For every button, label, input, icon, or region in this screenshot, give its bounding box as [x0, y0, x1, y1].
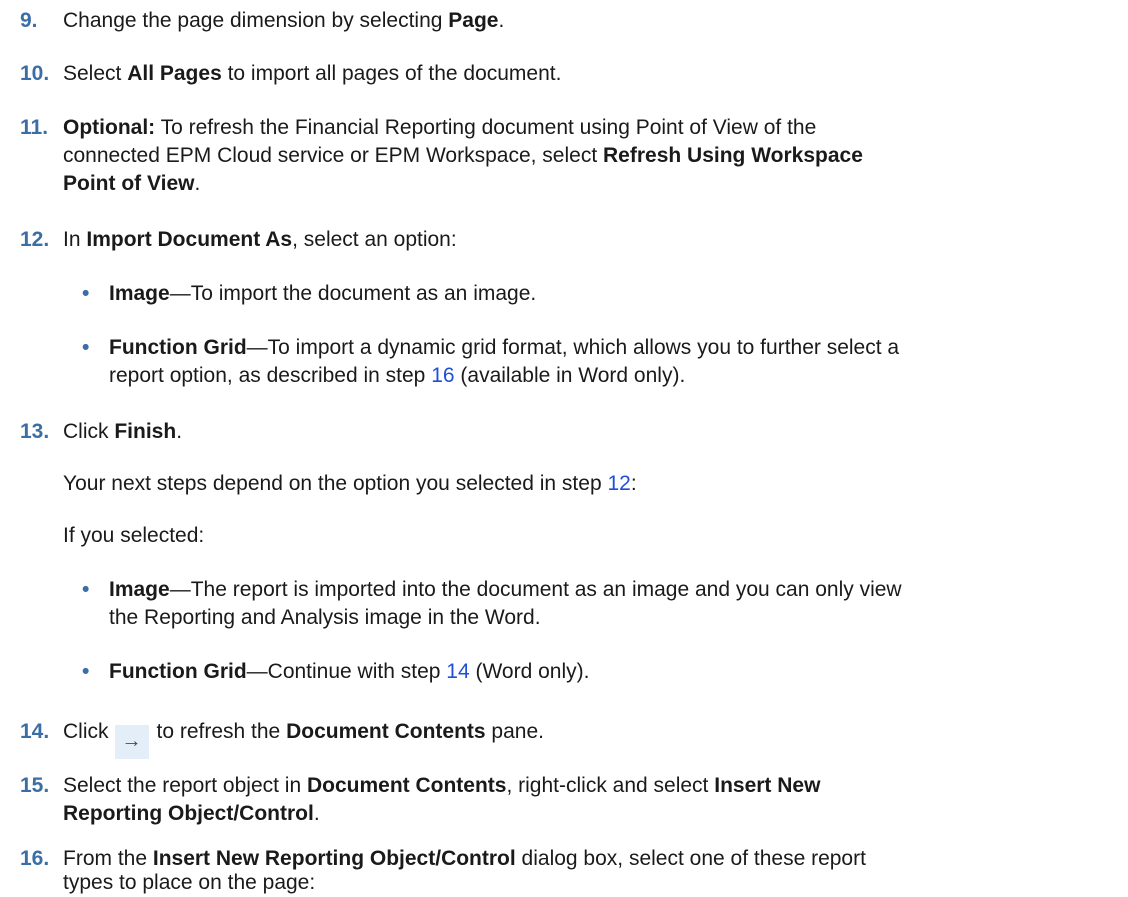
ui-term-page: Page — [448, 9, 499, 32]
arrow-right-icon[interactable]: → — [114, 725, 149, 759]
optional-label: Optional: — [63, 116, 156, 139]
step-number: 12. — [20, 228, 50, 251]
ui-term-document-contents: Document Contents — [286, 720, 486, 743]
step-number: 15. — [20, 774, 50, 797]
step-16-link[interactable]: 16 — [431, 364, 454, 387]
bullet: • — [82, 578, 90, 601]
step-number: 11. — [20, 116, 49, 139]
ui-term-refresh-pov: Refresh Using Workspace — [603, 144, 863, 167]
step-14-link[interactable]: 14 — [446, 660, 469, 683]
step-text: Change the page dimension by selecting — [63, 9, 449, 32]
step-number: 10. — [20, 62, 50, 85]
document-page: 9. Change the page dimension by selectin… — [20, 9, 902, 894]
ui-term-all-pages: All Pages — [127, 62, 222, 85]
ui-term-import-as: Import Document As — [86, 228, 293, 251]
step-number: 13. — [20, 420, 50, 443]
step-number: 9. — [20, 9, 38, 32]
step-number: 16. — [20, 847, 50, 870]
step-12-link[interactable]: 12 — [607, 472, 630, 495]
bullet: • — [82, 282, 90, 305]
ui-term-finish: Finish — [114, 420, 177, 443]
step-number: 14. — [20, 720, 50, 743]
bullet: • — [82, 336, 90, 359]
bullet: • — [82, 660, 90, 683]
